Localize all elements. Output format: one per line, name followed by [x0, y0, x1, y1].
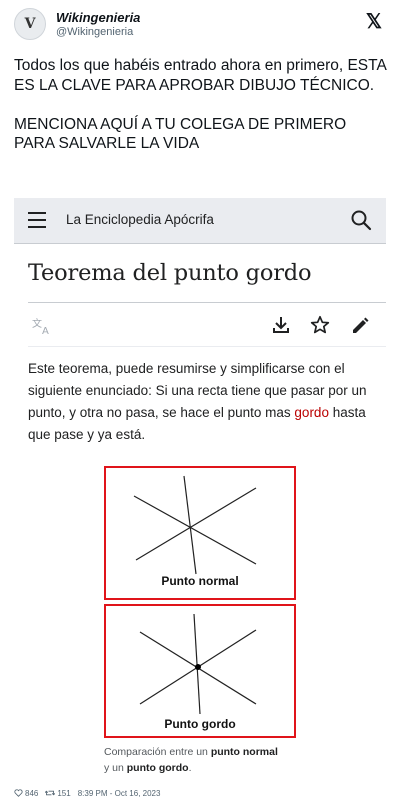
punto-normal-label: Punto normal	[161, 574, 239, 588]
article-body: Este teorema, puede resumirse y simplifi…	[28, 358, 390, 446]
panel-punto-gordo: Punto gordo	[104, 604, 296, 738]
author-name[interactable]: Wikingenieria	[56, 10, 140, 25]
tweet-timestamp[interactable]: 8:39 PM - Oct 16, 2023	[78, 789, 161, 798]
caption-bold-gordo: punto gordo	[126, 762, 189, 774]
fat-point	[195, 664, 201, 670]
author-handle[interactable]: @Wikingenieria	[56, 26, 133, 38]
download-icon[interactable]	[271, 315, 291, 335]
star-icon[interactable]	[310, 315, 330, 335]
svg-text:A: A	[42, 326, 49, 336]
tweet-footer: 846 151 8:39 PM - Oct 16, 2023	[14, 786, 167, 800]
ascending-line	[135, 487, 257, 561]
like-button[interactable]: 846	[14, 789, 38, 798]
article-title: Teorema del punto gordo	[28, 260, 312, 286]
caption-suffix: .	[188, 762, 192, 774]
caption-middle: y un	[104, 762, 127, 774]
tweet-header: V Wikingenieria @Wikingenieria 𝕏	[14, 8, 386, 44]
search-icon[interactable]	[350, 209, 372, 231]
edit-icon[interactable]	[350, 316, 370, 336]
wiki-site-name[interactable]: La Enciclopedia Apócrifa	[66, 212, 214, 227]
caption-prefix: Comparación entre un	[104, 746, 211, 758]
punto-gordo-label: Punto gordo	[164, 717, 236, 731]
avatar[interactable]: V	[14, 8, 46, 40]
caption-bold-normal: punto normal	[210, 746, 278, 758]
vertical-line	[193, 613, 201, 715]
like-count: 846	[25, 788, 39, 798]
wiki-screenshot[interactable]: La Enciclopedia Apócrifa Teorema del pun…	[14, 198, 386, 784]
tools-divider	[28, 346, 386, 347]
heart-icon	[14, 789, 23, 797]
wiki-topbar: La Enciclopedia Apócrifa	[14, 198, 386, 244]
x-logo-icon[interactable]: 𝕏	[366, 10, 382, 34]
avatar-letter: V	[24, 16, 36, 32]
translate-icon[interactable]: 文 A	[32, 316, 54, 336]
svg-text:文: 文	[32, 317, 42, 330]
gordo-link[interactable]: gordo	[294, 405, 329, 420]
retweet-count: 151	[57, 788, 71, 798]
tweet-text: Todos los que habéis entrado ahora en pr…	[14, 57, 386, 152]
panel-punto-normal: Punto normal	[104, 466, 296, 600]
title-divider	[28, 302, 386, 303]
figure-caption: Comparación entre un punto normal y un p…	[104, 744, 344, 776]
retweet-icon	[45, 790, 56, 796]
menu-icon[interactable]	[28, 212, 46, 228]
timestamp-text: 8:39 PM - Oct 16, 2023	[77, 788, 161, 798]
descending-line	[133, 495, 257, 565]
retweet-button[interactable]: 151	[45, 788, 71, 798]
